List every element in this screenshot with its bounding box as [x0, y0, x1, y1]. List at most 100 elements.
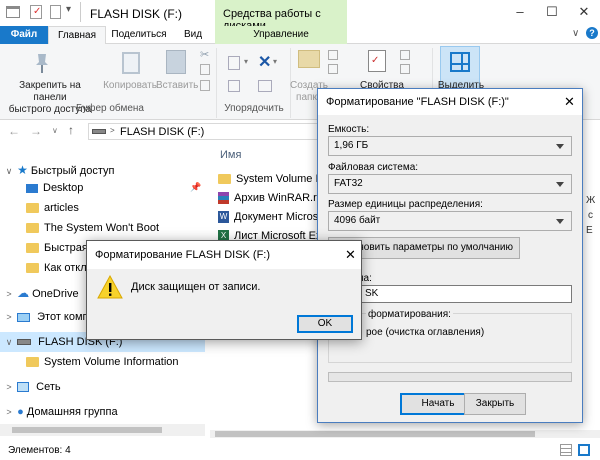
copy-icon: [122, 52, 140, 74]
maximize-button[interactable]: ☐: [537, 0, 567, 24]
open-icon[interactable]: [400, 50, 410, 60]
new-folder-qat-icon[interactable]: [50, 5, 61, 19]
expand-chevron-icon[interactable]: >: [4, 402, 14, 422]
status-bar: [0, 440, 600, 460]
capacity-select[interactable]: 1,96 ГБ: [328, 136, 572, 156]
expand-chevron-icon[interactable]: >: [4, 307, 14, 327]
context-tab-header: Средства работы с дисками: [215, 0, 347, 32]
folder-icon: [26, 357, 39, 368]
properties-icon: ✓: [368, 50, 386, 72]
nav-item-label: The System Won't Boot: [44, 222, 160, 234]
details-view-icon[interactable]: [560, 444, 572, 456]
desktop-icon: [26, 183, 38, 193]
tab-view[interactable]: Вид: [172, 26, 214, 44]
folder-icon: [26, 243, 39, 254]
paste-button[interactable]: Вставить: [156, 80, 198, 92]
tab-home[interactable]: Главная: [48, 26, 106, 44]
nav-system-volume-info[interactable]: System Volume Information: [0, 352, 205, 372]
close-format-button[interactable]: Закрыть: [464, 393, 526, 415]
paste-shortcut-icon[interactable]: [200, 80, 210, 91]
status-item-count: Элементов: 4: [8, 445, 71, 456]
expand-chevron-icon[interactable]: >: [4, 377, 14, 397]
volume-label-value: SK: [365, 288, 379, 299]
help-icon[interactable]: ?: [586, 27, 598, 39]
window-icon: [6, 6, 20, 18]
new-item-icon[interactable]: [328, 50, 338, 60]
allocation-value: 4096 байт: [334, 215, 381, 226]
large-icons-view-icon[interactable]: [578, 444, 590, 456]
column-header-name[interactable]: Имя: [220, 149, 241, 161]
nav-item-system-wont-boot[interactable]: The System Won't Boot: [0, 218, 205, 238]
homegroup-icon: ●: [17, 406, 24, 418]
minimize-button[interactable]: –: [505, 0, 535, 24]
nav-item-desktop[interactable]: Desktop: [0, 178, 205, 198]
easy-access-icon[interactable]: [328, 64, 338, 74]
pin-icon: [32, 52, 52, 74]
quick-access-toolbar-icon[interactable]: ✓: [30, 5, 42, 19]
filesystem-select[interactable]: FAT32: [328, 174, 572, 194]
nav-item-label: Быстрая: [44, 242, 88, 254]
back-icon[interactable]: ←: [8, 124, 20, 138]
computer-icon: [17, 312, 31, 322]
nav-homegroup[interactable]: > ● Домашняя группа: [0, 402, 205, 422]
nav-onedrive-label: OneDrive: [32, 288, 79, 300]
right-edge-text: с: [588, 210, 593, 221]
file-scrollbar-thumb[interactable]: [215, 431, 535, 437]
select-icon: [450, 52, 470, 72]
cloud-icon: ☁: [17, 286, 30, 300]
breadcrumb-chevron-icon[interactable]: >: [110, 126, 115, 135]
rename-icon[interactable]: [258, 80, 272, 92]
breadcrumb-current[interactable]: FLASH DISK (F:): [120, 126, 204, 138]
error-close-icon[interactable]: ✕: [345, 247, 356, 263]
ok-button[interactable]: OK: [297, 315, 353, 333]
organize-group-label: Упорядочить: [224, 103, 284, 114]
delete-dropdown-icon[interactable]: ▾: [273, 57, 277, 66]
move-to-icon[interactable]: [228, 56, 240, 70]
copy-to-icon[interactable]: [228, 80, 240, 92]
nav-quick-access[interactable]: ∨ ★ Быстрый доступ: [0, 160, 205, 180]
expand-chevron-icon[interactable]: >: [4, 284, 14, 304]
clipboard-group-label: Буфер обмена: [76, 103, 144, 114]
file-name: Документ Microsof: [234, 211, 328, 223]
quick-format-checkbox[interactable]: рое (очистка оглавления): [366, 327, 484, 338]
nav-scrollbar-thumb[interactable]: [12, 427, 162, 433]
ribbon-collapse-icon[interactable]: ∨: [572, 28, 579, 39]
edit-icon[interactable]: [400, 64, 410, 74]
close-window-button[interactable]: ✕: [569, 0, 599, 24]
tab-file[interactable]: Файл: [0, 26, 48, 44]
error-dialog-title: Форматирование FLASH DISK (F:): [95, 249, 271, 261]
cut-icon[interactable]: ✂: [200, 48, 209, 61]
delete-icon[interactable]: ✕: [258, 52, 271, 72]
error-dialog: Форматирование FLASH DISK (F:) ✕ Диск за…: [86, 240, 362, 340]
filesystem-label: Файловая система:: [328, 162, 419, 173]
up-icon[interactable]: ↑: [68, 123, 74, 137]
drive-icon: [92, 129, 106, 134]
ribbon-separator-1: [216, 48, 217, 118]
capacity-label: Емкость:: [328, 124, 370, 135]
nav-item-label: articles: [44, 202, 79, 214]
nav-network[interactable]: > Сеть: [0, 377, 205, 397]
move-dropdown-icon[interactable]: ▾: [244, 57, 248, 66]
format-progress-bar: [328, 372, 572, 382]
pin-small-icon: 📌: [190, 182, 202, 192]
tab-share[interactable]: Поделиться: [106, 26, 172, 44]
expand-chevron-icon[interactable]: ∨: [4, 332, 14, 352]
winrar-icon: [218, 192, 229, 205]
copy-path-icon[interactable]: [200, 64, 210, 75]
format-close-icon[interactable]: ✕: [564, 94, 575, 110]
volume-label-input[interactable]: SK: [328, 285, 572, 303]
copy-button[interactable]: Копировать: [100, 80, 160, 92]
recent-dropdown-icon[interactable]: ∨: [52, 126, 58, 135]
allocation-select[interactable]: 4096 байт: [328, 211, 572, 231]
forward-icon[interactable]: →: [30, 124, 42, 138]
qat-dropdown-icon[interactable]: ▾: [66, 4, 71, 15]
error-message: Диск защищен от записи.: [131, 281, 261, 293]
pin-label-1: Закрепить на панели: [19, 80, 81, 103]
folder-icon: [26, 223, 39, 234]
window-title: FLASH DISK (F:): [90, 7, 183, 21]
right-edge-text: Е: [586, 225, 593, 236]
nav-item-articles[interactable]: articles: [0, 198, 205, 218]
allocation-label: Размер единицы распределения:: [328, 199, 483, 210]
tab-manage[interactable]: Управление: [215, 26, 347, 44]
right-edge-text: Ж: [586, 195, 596, 206]
